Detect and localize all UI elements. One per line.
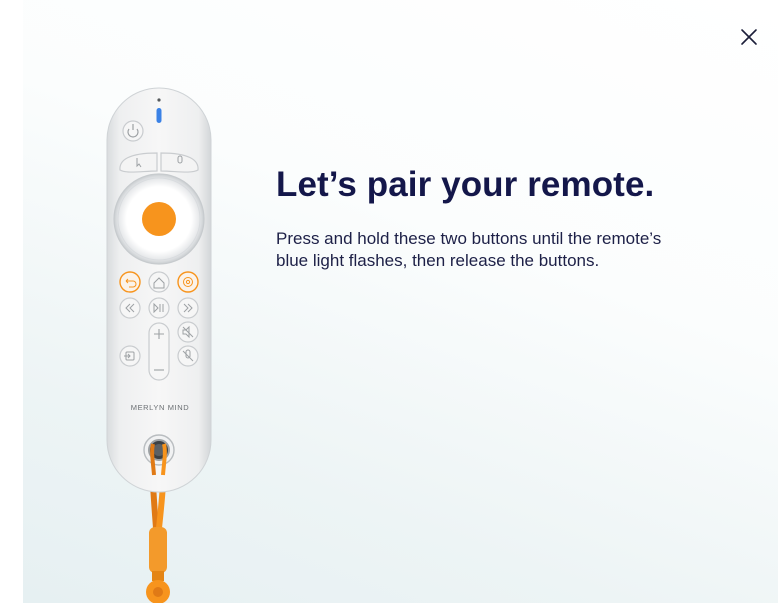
settings-button xyxy=(177,271,199,293)
center-select-button xyxy=(142,202,176,236)
dpad xyxy=(113,173,205,265)
remote-brand-label: MERLYN MIND xyxy=(131,403,190,412)
mic-mute-button xyxy=(177,345,199,367)
pairing-dialog: MERLYN MIND Let’s pair your remote. Pres… xyxy=(23,0,778,603)
remote-illustration: MERLYN MIND xyxy=(106,87,212,603)
power-button xyxy=(122,120,144,142)
rewind-button xyxy=(119,297,141,319)
back-button xyxy=(119,271,141,293)
home-button xyxy=(148,271,170,293)
play-pause-button xyxy=(148,297,170,319)
status-led xyxy=(156,108,162,123)
fast-forward-button xyxy=(177,297,199,319)
mute-button xyxy=(177,321,199,343)
dialog-title: Let’s pair your remote. xyxy=(276,165,655,204)
remote-body: MERLYN MIND xyxy=(106,87,212,493)
pairing-instructions: Press and hold these two buttons until t… xyxy=(276,229,662,270)
input-button xyxy=(119,345,141,367)
volume-rocker xyxy=(148,322,170,381)
